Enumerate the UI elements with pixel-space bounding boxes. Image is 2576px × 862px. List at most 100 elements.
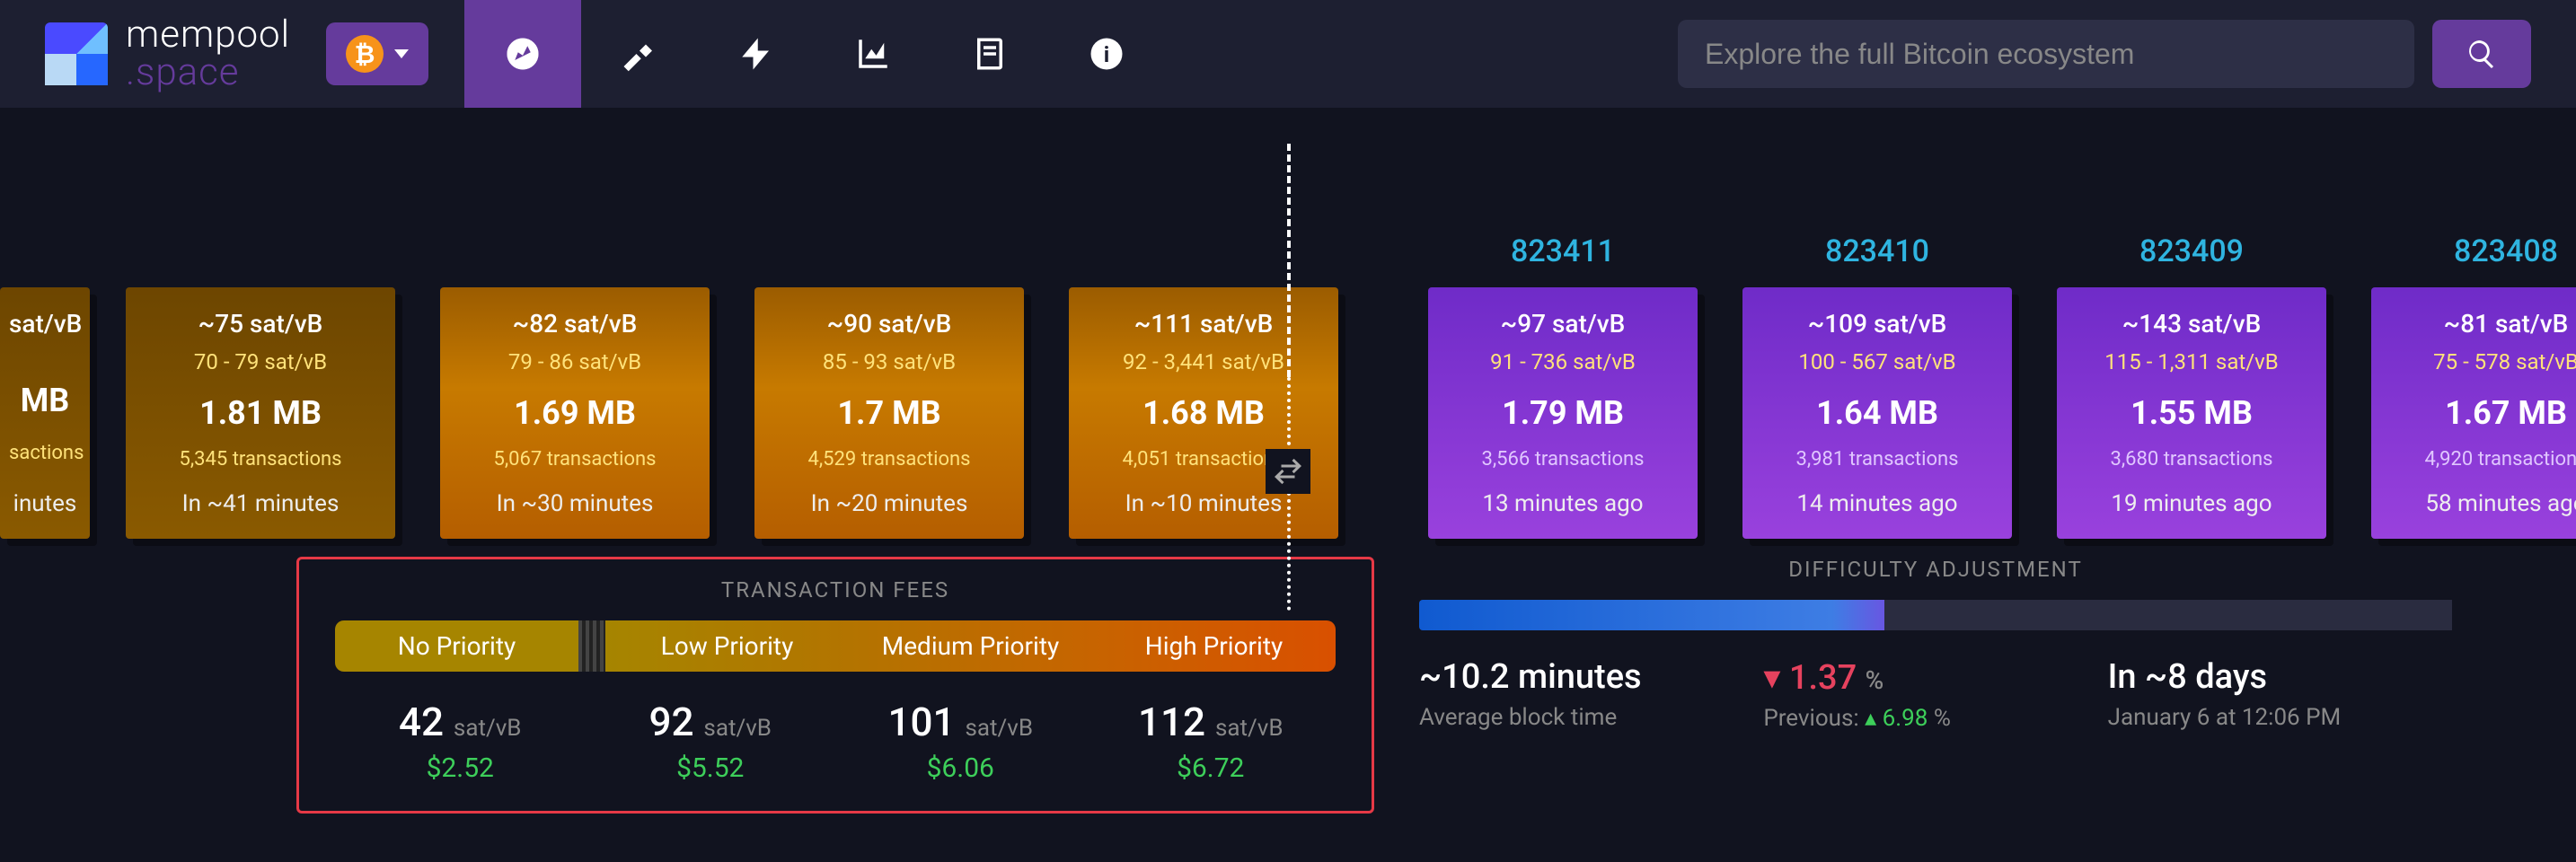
fee-value-no: 42 sat/vB $2.52 (335, 699, 586, 784)
fee-usd: $5.52 (586, 752, 836, 784)
block-height[interactable]: 823411 (1511, 233, 1615, 269)
chart-icon (854, 35, 892, 73)
fee-value-low: 92 sat/vB $5.52 (586, 699, 836, 784)
nav-tabs: i (464, 0, 1165, 108)
fee-tab-no-priority[interactable]: No Priority (335, 620, 578, 672)
fee-unit: sat/vB (965, 715, 1033, 742)
block-size: 1.68 MB (1087, 394, 1320, 432)
tab-docs[interactable] (931, 0, 1048, 108)
fee-value-med: 101 sat/vB $6.06 (835, 699, 1086, 784)
transaction-fees-panel: TRANSACTION FEES No Priority Low Priorit… (296, 557, 1374, 814)
mempool-side: sat/vB MB sactions inutes ~75 sat/vB 70 … (0, 144, 1383, 539)
logo-icon (45, 22, 108, 85)
block-fee: ~90 sat/vB (772, 309, 1006, 339)
logo-text: mempool .space (126, 16, 290, 92)
tab-graphs[interactable] (815, 0, 931, 108)
block-time: In ~41 minutes (144, 490, 377, 517)
block-time: 19 minutes ago (2075, 490, 2308, 517)
difficulty-panel: DIFFICULTY ADJUSTMENT ~10.2 minutes Aver… (1419, 557, 2452, 814)
block-fee-range: 91 - 736 sat/vB (1446, 349, 1680, 374)
fee-usd: $6.72 (1086, 752, 1337, 784)
dashboard-icon (504, 35, 542, 73)
navbar: mempool .space ₿ i (0, 0, 2576, 108)
fee-tab-high[interactable]: High Priority (1092, 620, 1336, 672)
logo-line1: mempool (126, 16, 290, 54)
mined-block[interactable]: 823408 ~81 sat/vB 75 - 578 sat/vB 1.67 M… (2362, 233, 2576, 539)
block-fee: ~81 sat/vB (2389, 309, 2576, 339)
hammer-icon (621, 35, 658, 73)
info-icon: i (1088, 35, 1125, 73)
fee-sat: 42 (399, 699, 444, 745)
fees-title: TRANSACTION FEES (335, 577, 1336, 603)
chain-divider (1287, 144, 1289, 611)
swap-icon[interactable] (1266, 449, 1310, 494)
tab-about[interactable]: i (1048, 0, 1165, 108)
fee-sat: 101 (887, 699, 955, 745)
pending-block[interactable]: ~75 sat/vB 70 - 79 sat/vB 1.81 MB 5,345 … (117, 233, 404, 539)
difficulty-title: DIFFICULTY ADJUSTMENT (1419, 557, 2452, 582)
prev-pct: % (1934, 705, 1951, 732)
fee-unit: sat/vB (454, 715, 522, 742)
next-adjustment: In ~8 days January 6 at 12:06 PM (2108, 657, 2452, 732)
mined-block[interactable]: 823410 ~109 sat/vB 100 - 567 sat/vB 1.64… (1734, 233, 2021, 539)
block-time: 14 minutes ago (1760, 490, 1994, 517)
fee-value-high: 112 sat/vB $6.72 (1086, 699, 1337, 784)
avg-time-label: Average block time (1419, 704, 1763, 731)
fee-sat: 92 (648, 699, 693, 745)
blockchain-row: sat/vB MB sactions inutes ~75 sat/vB 70 … (0, 108, 2576, 557)
block-tx-count: 4,529 transactions (772, 448, 1006, 471)
fee-tab-low[interactable]: Low Priority (605, 620, 849, 672)
pending-block[interactable]: ~82 sat/vB 79 - 86 sat/vB 1.69 MB 5,067 … (431, 233, 719, 539)
tab-dashboard[interactable] (464, 0, 581, 108)
tab-mining[interactable] (581, 0, 698, 108)
fee-values-row: 42 sat/vB $2.52 92 sat/vB $5.52 101 sat/… (335, 699, 1336, 784)
search-icon (2466, 38, 2498, 70)
block-height[interactable]: 823408 (2454, 233, 2558, 269)
caret-down-icon (394, 49, 409, 58)
mined-block[interactable]: 823411 ~97 sat/vB 91 - 736 sat/vB 1.79 M… (1419, 233, 1707, 539)
fee-tab-spacer (578, 620, 605, 672)
change-value: 1.37 (1789, 658, 1857, 698)
search-input[interactable] (1678, 20, 2414, 88)
block-size: 1.7 MB (772, 394, 1006, 432)
block-size: 1.69 MB (458, 394, 692, 432)
block-tx-count: 5,067 transactions (458, 448, 692, 471)
avg-time-value: ~10.2 minutes (1419, 657, 1763, 697)
block-tx-count: 3,981 transactions (1760, 448, 1994, 471)
block-fee-range: 92 - 3,441 sat/vB (1087, 349, 1320, 374)
difficulty-marker (1884, 600, 1893, 630)
prev-value: 6.98 (1883, 705, 1928, 732)
block-time: In ~30 minutes (458, 490, 692, 517)
block-size: 1.64 MB (1760, 394, 1994, 432)
block-tx-count: 5,345 transactions (144, 448, 377, 471)
search-button[interactable] (2432, 20, 2531, 88)
block-size: MB (9, 382, 81, 419)
fee-unit: sat/vB (703, 715, 772, 742)
prev-label: Previous: (1763, 705, 1858, 732)
block-tx-count: sactions (9, 442, 81, 464)
mined-side: 823411 ~97 sat/vB 91 - 736 sat/vB 1.79 M… (1383, 144, 2576, 539)
logo[interactable]: mempool .space (45, 16, 290, 92)
next-value: In ~8 days (2108, 657, 2452, 697)
block-size: 1.67 MB (2389, 394, 2576, 432)
mined-block[interactable]: 823409 ~143 sat/vB 115 - 1,311 sat/vB 1.… (2048, 233, 2335, 539)
block-fee: sat/vB (9, 309, 81, 339)
tab-lightning[interactable] (698, 0, 815, 108)
network-selector[interactable]: ₿ (326, 22, 428, 85)
block-fee-range: 85 - 93 sat/vB (772, 349, 1006, 374)
fee-sat: 112 (1138, 699, 1205, 745)
fee-tab-medium[interactable]: Medium Priority (849, 620, 1092, 672)
pending-block-partial[interactable]: sat/vB MB sactions inutes (0, 233, 90, 539)
block-height[interactable]: 823409 (2139, 233, 2244, 269)
block-fee: ~143 sat/vB (2075, 309, 2308, 339)
pending-block[interactable]: ~90 sat/vB 85 - 93 sat/vB 1.7 MB 4,529 t… (745, 233, 1033, 539)
change-pct: % (1866, 665, 1884, 695)
block-tx-count: 3,680 transactions (2075, 448, 2308, 471)
block-time: In ~10 minutes (1087, 490, 1320, 517)
svg-text:i: i (1104, 41, 1109, 67)
block-tx-count: 3,566 transactions (1446, 448, 1680, 471)
bitcoin-icon: ₿ (346, 35, 384, 73)
avg-block-time: ~10.2 minutes Average block time (1419, 657, 1763, 732)
block-size: 1.79 MB (1446, 394, 1680, 432)
block-height[interactable]: 823410 (1825, 233, 1929, 269)
